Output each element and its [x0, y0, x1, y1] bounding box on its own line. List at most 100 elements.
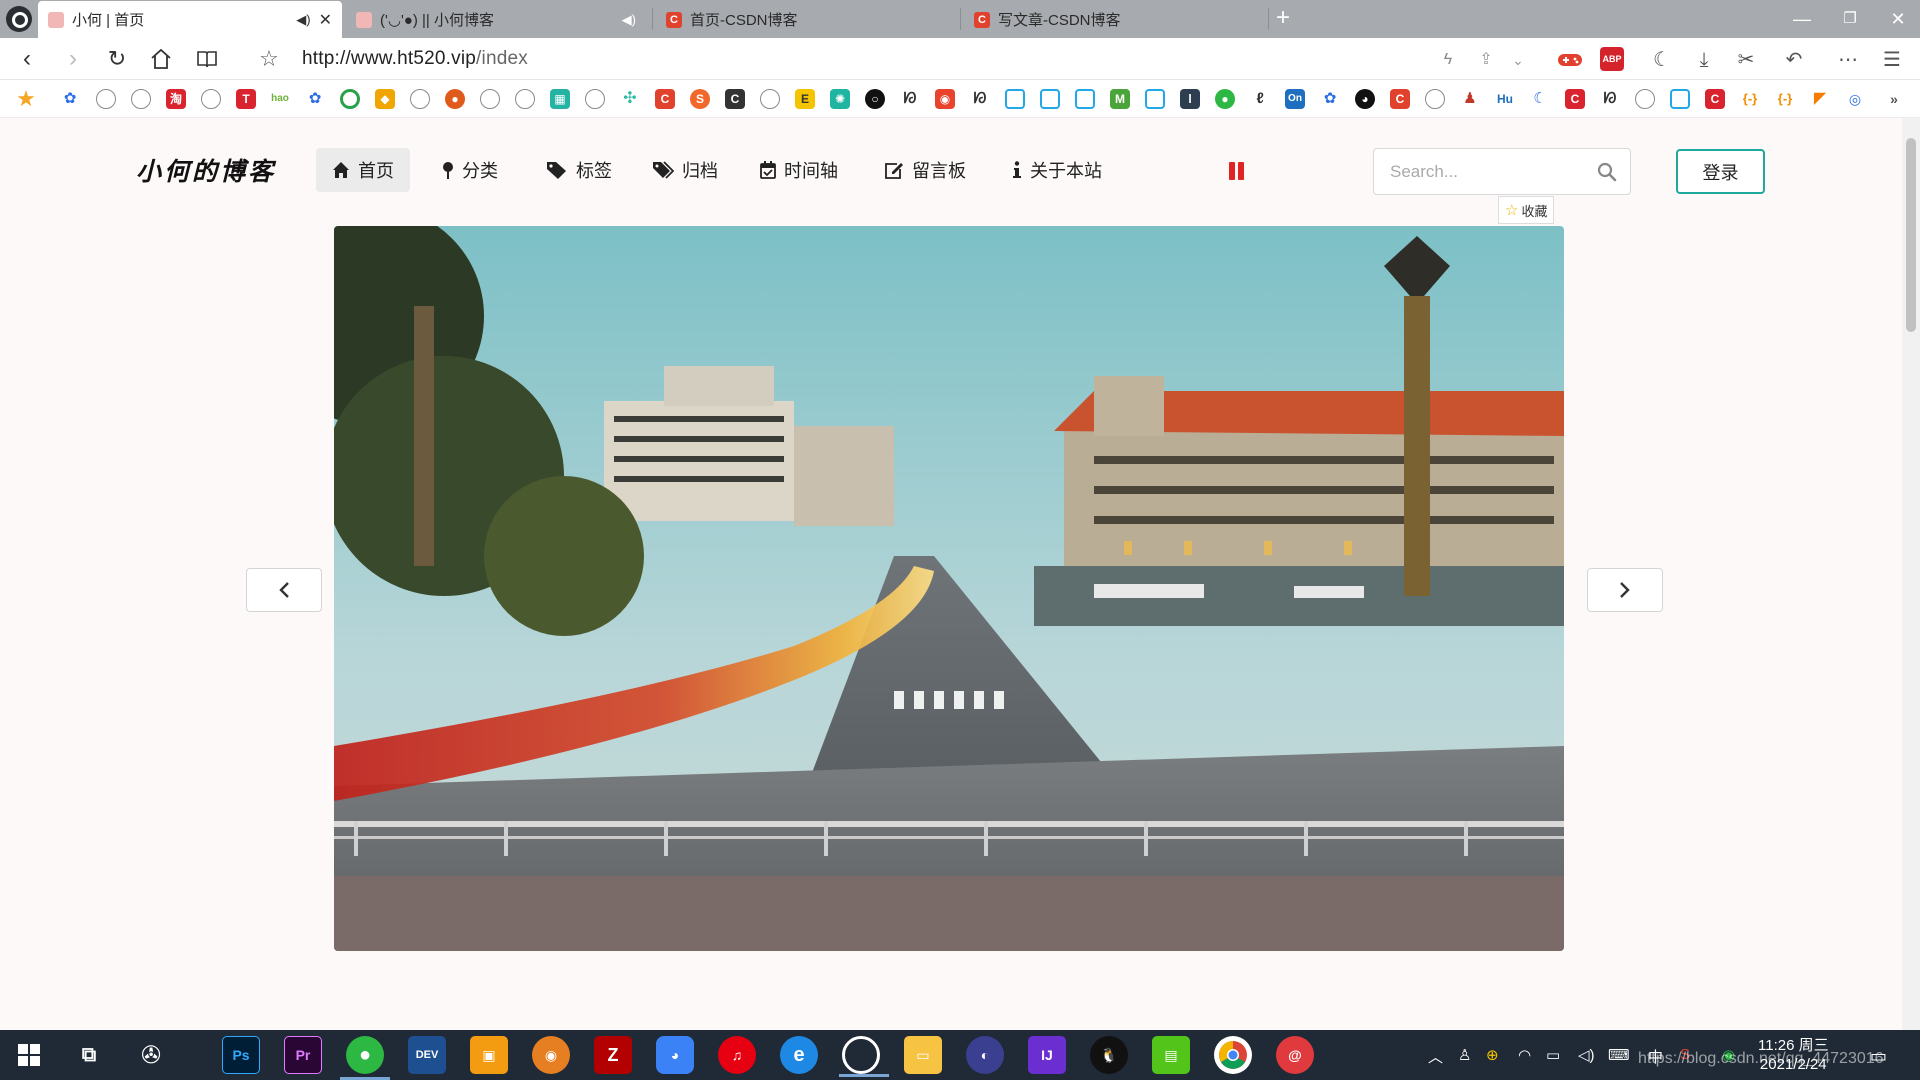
nav-about[interactable]: 关于本站	[996, 148, 1118, 192]
bookmark-fox-icon[interactable]: ◉	[935, 89, 955, 109]
globe-icon[interactable]	[131, 89, 151, 109]
nav-category[interactable]: 分类	[426, 148, 514, 192]
windows-start-icon[interactable]	[10, 1036, 48, 1074]
system-clock[interactable]: 11:26 周三 2021/2/24	[1758, 1036, 1829, 1074]
bookmark-script-icon[interactable]: ᘗ	[900, 89, 920, 109]
site-logo[interactable]: 小何的博客	[136, 152, 276, 188]
globe-icon[interactable]	[585, 89, 605, 109]
tab-home[interactable]: 小何 | 首页 ◀) ✕	[38, 1, 342, 38]
filezilla-icon[interactable]: Z	[594, 1036, 632, 1074]
new-tab-icon[interactable]: +	[1276, 6, 1290, 30]
notification-icon[interactable]: ▭	[1870, 1046, 1887, 1067]
grid-app-icon[interactable]: ▦	[550, 89, 570, 109]
bookmark-script-icon[interactable]: ᘗ	[1600, 89, 1620, 109]
bookmark-person-icon[interactable]: ♟	[1460, 89, 1480, 109]
bookmark-flag-icon[interactable]: ◤	[1810, 89, 1830, 109]
reload-icon[interactable]: ↻	[102, 44, 132, 74]
more-icon[interactable]: ⋯	[1834, 46, 1862, 74]
browser-logo-icon[interactable]	[6, 6, 32, 32]
github-icon[interactable]: ◕	[1355, 89, 1375, 109]
carousel-next-button[interactable]	[1587, 568, 1663, 612]
bookmark-dark-icon[interactable]: C	[725, 89, 745, 109]
bookmark-bracket-icon[interactable]: {-}	[1740, 89, 1760, 109]
devcpp-icon[interactable]: DEV	[408, 1036, 446, 1074]
close-window-icon[interactable]: ✕	[1878, 4, 1918, 34]
baidu-paw-icon[interactable]: ✿	[60, 89, 80, 109]
nav-guestbook[interactable]: 留言板	[868, 148, 982, 192]
wifi-icon[interactable]: ◠	[1518, 1046, 1531, 1064]
music-pause-icon[interactable]	[1228, 162, 1246, 180]
carousel-image[interactable]	[334, 226, 1564, 951]
volume-icon[interactable]: ◁)	[1578, 1046, 1595, 1064]
globe-icon[interactable]	[1635, 89, 1655, 109]
bilibili-icon[interactable]	[1145, 89, 1165, 109]
bookmark-script-icon[interactable]: ᘗ	[970, 89, 990, 109]
audio-icon[interactable]: ◀)	[296, 12, 310, 28]
scissors-icon[interactable]: ✂	[1732, 46, 1760, 74]
notepad-icon[interactable]: ▤	[1152, 1036, 1190, 1074]
bookmark-c-red-icon[interactable]: C	[1565, 89, 1585, 109]
bookmark-hu-icon[interactable]: Hu	[1495, 89, 1515, 109]
restore-icon[interactable]: ❐	[1830, 4, 1870, 34]
nav-home[interactable]: 首页	[316, 148, 410, 192]
wechat-icon[interactable]: ●	[1215, 89, 1235, 109]
bookmark-atom-icon[interactable]: ✺	[830, 89, 850, 109]
globe-icon[interactable]	[480, 89, 500, 109]
bookmark-orange-icon[interactable]: ●	[445, 89, 465, 109]
bookmark-moon-icon[interactable]: ☾	[1530, 89, 1550, 109]
bilibili-icon[interactable]	[1005, 89, 1025, 109]
globe-icon[interactable]	[1425, 89, 1445, 109]
back-icon[interactable]: ‹	[12, 44, 42, 74]
reader-icon[interactable]	[192, 44, 222, 74]
panda-app-icon[interactable]: ◕	[656, 1036, 694, 1074]
bookmark-on-icon[interactable]: On	[1285, 89, 1305, 109]
home-page-icon[interactable]	[146, 44, 176, 74]
wechat-icon[interactable]: ●	[340, 1036, 390, 1080]
minimize-icon[interactable]: —	[1782, 4, 1822, 34]
tray-plus-icon[interactable]: ⊕	[1486, 1046, 1499, 1064]
bilibili-icon[interactable]	[1075, 89, 1095, 109]
file-explorer-icon[interactable]: ▭	[904, 1036, 942, 1074]
task-view-icon[interactable]: ⧉	[70, 1036, 108, 1074]
box-app-icon[interactable]: ▣	[470, 1036, 508, 1074]
globe-icon[interactable]	[410, 89, 430, 109]
tab-blog[interactable]: ('◡'●) || 小何博客 ◀)	[346, 1, 646, 38]
premiere-icon[interactable]: Pr	[284, 1036, 322, 1074]
browser-app-icon[interactable]	[839, 1036, 889, 1077]
bookmark-weibo-icon[interactable]: ◎	[1845, 89, 1865, 109]
bookmark-e-icon[interactable]: E	[795, 89, 815, 109]
tray-app-icon[interactable]: ♙	[1458, 1046, 1471, 1064]
eclipse-icon[interactable]: ◐	[966, 1036, 1004, 1074]
favorites-star-icon[interactable]: ★	[16, 88, 36, 110]
puzzle-icon[interactable]: ✣	[620, 89, 640, 109]
carousel-prev-button[interactable]	[246, 568, 322, 612]
pinwheel-app-icon[interactable]: ✇	[132, 1036, 170, 1074]
bookmark-leaf-icon[interactable]: ℓ	[1250, 89, 1270, 109]
globe-icon[interactable]	[515, 89, 535, 109]
vertical-scrollbar[interactable]	[1902, 118, 1920, 1030]
url-field[interactable]: http://www.ht520.vip/index	[302, 48, 528, 70]
night-mode-icon[interactable]: ☾	[1648, 46, 1676, 74]
qq-icon[interactable]: 🐧	[1090, 1036, 1128, 1074]
bookmark-s-icon[interactable]: S	[690, 89, 710, 109]
tray-expand-icon[interactable]: ︿	[1428, 1046, 1443, 1067]
download-icon[interactable]: ⤓	[1690, 46, 1718, 74]
nav-archive[interactable]: 归档	[636, 148, 734, 192]
hao123-icon[interactable]: hao	[270, 89, 290, 109]
bilibili-icon[interactable]	[1670, 89, 1690, 109]
globe-icon[interactable]	[201, 89, 221, 109]
csdn-icon[interactable]: C	[655, 89, 675, 109]
bookmark-c-red-icon[interactable]: C	[1705, 89, 1725, 109]
nav-tags[interactable]: 标签	[530, 148, 628, 192]
chrome-icon[interactable]	[1214, 1036, 1252, 1074]
intellij-icon[interactable]: IJ	[1028, 1036, 1066, 1074]
ie-icon[interactable]: e	[780, 1036, 818, 1074]
bookmark-m-icon[interactable]: M	[1110, 89, 1130, 109]
search-input[interactable]	[1374, 149, 1584, 194]
baidu-paw-icon[interactable]: ✿	[1320, 89, 1340, 109]
battery-icon[interactable]: ▭	[1546, 1046, 1560, 1064]
bookmark-l-icon[interactable]: l	[1180, 89, 1200, 109]
csdn-icon[interactable]: C	[1390, 89, 1410, 109]
bookmark-bracket-icon[interactable]: {-}	[1775, 89, 1795, 109]
snail-app-icon[interactable]: @	[1276, 1036, 1314, 1074]
